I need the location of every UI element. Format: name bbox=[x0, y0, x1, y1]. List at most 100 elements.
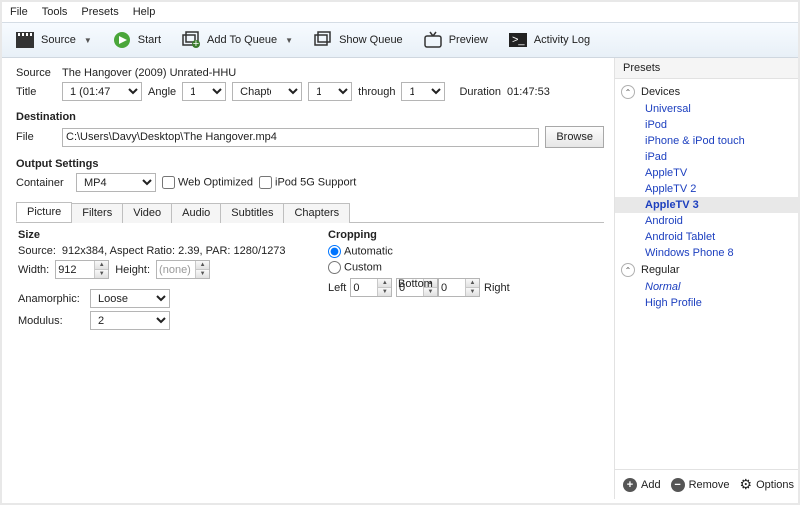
menu-tools[interactable]: Tools bbox=[42, 6, 68, 18]
preset-appletv2[interactable]: AppleTV 2 bbox=[615, 181, 798, 197]
duration-value: 01:47:53 bbox=[507, 86, 550, 98]
chevron-down-icon: ▼ bbox=[285, 36, 293, 45]
angle-label: Angle bbox=[148, 86, 176, 98]
preview-label: Preview bbox=[449, 34, 488, 46]
menu-help[interactable]: Help bbox=[133, 6, 156, 18]
browse-button[interactable]: Browse bbox=[545, 126, 604, 148]
start-button[interactable]: Start bbox=[103, 26, 170, 54]
crop-right-stepper[interactable]: ▲▼ bbox=[438, 278, 480, 297]
queue-icon bbox=[313, 31, 333, 49]
main-panel: Source The Hangover (2009) Unrated-HHU T… bbox=[2, 58, 614, 499]
chevron-down-icon: ▼ bbox=[84, 36, 92, 45]
tab-subtitles[interactable]: Subtitles bbox=[220, 203, 284, 223]
preset-normal[interactable]: Normal bbox=[615, 279, 798, 295]
gear-icon: ⚙ bbox=[740, 476, 753, 493]
anamorphic-select[interactable]: Loose bbox=[90, 289, 170, 308]
menubar: File Tools Presets Help bbox=[2, 2, 798, 22]
settings-tabs: Picture Filters Video Audio Subtitles Ch… bbox=[16, 202, 604, 223]
start-button-label: Start bbox=[138, 34, 161, 46]
presets-panel: Presets ⌃ Devices Universal iPod iPhone … bbox=[614, 58, 798, 499]
preset-android-tablet[interactable]: Android Tablet bbox=[615, 229, 798, 245]
presets-head: Presets bbox=[615, 58, 798, 79]
tab-filters[interactable]: Filters bbox=[71, 203, 123, 223]
presets-list: ⌃ Devices Universal iPod iPhone & iPod t… bbox=[615, 79, 798, 469]
collapse-icon: ⌃ bbox=[621, 263, 635, 277]
file-label: File bbox=[16, 131, 56, 143]
picture-tab-body: Size Source: 912x384, Aspect Ratio: 2.39… bbox=[16, 223, 604, 414]
crop-left-label: Left bbox=[328, 282, 346, 294]
crop-right-label: Right bbox=[484, 282, 510, 294]
container-select[interactable]: MP4 bbox=[76, 173, 156, 192]
ipod-support-checkbox[interactable]: iPod 5G Support bbox=[259, 176, 356, 189]
plus-icon: + bbox=[623, 478, 637, 492]
preset-appletv3[interactable]: AppleTV 3 bbox=[615, 197, 798, 213]
duration-label: Duration bbox=[459, 86, 501, 98]
cropping-head: Cropping bbox=[328, 229, 518, 241]
preset-android[interactable]: Android bbox=[615, 213, 798, 229]
modulus-label: Modulus: bbox=[18, 315, 84, 327]
menu-file[interactable]: File bbox=[10, 6, 28, 18]
size-source-value: 912x384, Aspect Ratio: 2.39, PAR: 1280/1… bbox=[62, 245, 286, 257]
remove-preset-button[interactable]: − Remove bbox=[671, 478, 730, 492]
preset-ipod[interactable]: iPod bbox=[615, 117, 798, 133]
activity-log-label: Activity Log bbox=[534, 34, 590, 46]
height-label: Height: bbox=[115, 264, 150, 276]
crop-custom-radio[interactable]: Custom bbox=[328, 261, 382, 274]
preset-options-button[interactable]: ⚙ Options bbox=[740, 476, 794, 493]
svg-text:+: + bbox=[193, 38, 199, 49]
chapters-mode-select[interactable]: Chapters bbox=[232, 82, 302, 101]
destination-head: Destination bbox=[16, 111, 604, 123]
crop-bottom-label: Bottom bbox=[398, 278, 433, 290]
size-head: Size bbox=[18, 229, 288, 241]
menu-presets[interactable]: Presets bbox=[81, 6, 118, 18]
title-label: Title bbox=[16, 86, 56, 98]
preset-windows-phone-8[interactable]: Windows Phone 8 bbox=[615, 245, 798, 261]
preset-appletv[interactable]: AppleTV bbox=[615, 165, 798, 181]
play-icon bbox=[112, 31, 132, 49]
source-value: The Hangover (2009) Unrated-HHU bbox=[62, 67, 236, 79]
angle-select[interactable]: 1 bbox=[182, 82, 226, 101]
svg-text:>_: >_ bbox=[512, 34, 525, 46]
preset-universal[interactable]: Universal bbox=[615, 101, 798, 117]
tab-chapters[interactable]: Chapters bbox=[283, 203, 350, 223]
source-label: Source bbox=[16, 67, 56, 79]
collapse-icon: ⌃ bbox=[621, 85, 635, 99]
source-button[interactable]: Source ▼ bbox=[6, 26, 101, 54]
through-label: through bbox=[358, 86, 395, 98]
presets-footer: + Add − Remove ⚙ Options bbox=[615, 469, 798, 499]
queue-add-icon: + bbox=[181, 31, 201, 49]
chapter-from-select[interactable]: 1 bbox=[308, 82, 352, 101]
web-optimized-checkbox[interactable]: Web Optimized bbox=[162, 176, 253, 189]
size-source-label: Source: bbox=[18, 245, 56, 257]
preset-group-devices[interactable]: ⌃ Devices bbox=[615, 83, 798, 101]
add-to-queue-button[interactable]: + Add To Queue ▼ bbox=[172, 26, 302, 54]
output-settings-head: Output Settings bbox=[16, 158, 604, 170]
width-label: Width: bbox=[18, 264, 49, 276]
preview-button[interactable]: Preview bbox=[414, 26, 497, 54]
add-preset-button[interactable]: + Add bbox=[623, 478, 661, 492]
height-stepper[interactable]: ▲▼ bbox=[156, 260, 210, 279]
crop-auto-radio[interactable]: Automatic bbox=[328, 245, 393, 258]
tab-audio[interactable]: Audio bbox=[171, 203, 221, 223]
anamorphic-label: Anamorphic: bbox=[18, 293, 84, 305]
preset-high-profile[interactable]: High Profile bbox=[615, 295, 798, 311]
add-to-queue-label: Add To Queue bbox=[207, 34, 277, 46]
chapter-to-select[interactable]: 1 bbox=[401, 82, 445, 101]
source-button-label: Source bbox=[41, 34, 76, 46]
tab-picture[interactable]: Picture bbox=[16, 202, 72, 222]
toolbar: Source ▼ Start + Add To Queue ▼ Show Que… bbox=[2, 22, 798, 58]
preset-ipad[interactable]: iPad bbox=[615, 149, 798, 165]
modulus-select[interactable]: 2 bbox=[90, 311, 170, 330]
file-path-input[interactable] bbox=[62, 128, 539, 147]
title-select[interactable]: 1 (01:47:53) bbox=[62, 82, 142, 101]
preset-iphone-ipod-touch[interactable]: iPhone & iPod touch bbox=[615, 133, 798, 149]
tab-video[interactable]: Video bbox=[122, 203, 172, 223]
tv-icon bbox=[423, 31, 443, 49]
minus-icon: − bbox=[671, 478, 685, 492]
show-queue-button[interactable]: Show Queue bbox=[304, 26, 412, 54]
clapper-icon bbox=[15, 31, 35, 49]
crop-left-stepper[interactable]: ▲▼ bbox=[350, 278, 392, 297]
width-stepper[interactable]: ▲▼ bbox=[55, 260, 109, 279]
preset-group-regular[interactable]: ⌃ Regular bbox=[615, 261, 798, 279]
activity-log-button[interactable]: >_ Activity Log bbox=[499, 26, 599, 54]
